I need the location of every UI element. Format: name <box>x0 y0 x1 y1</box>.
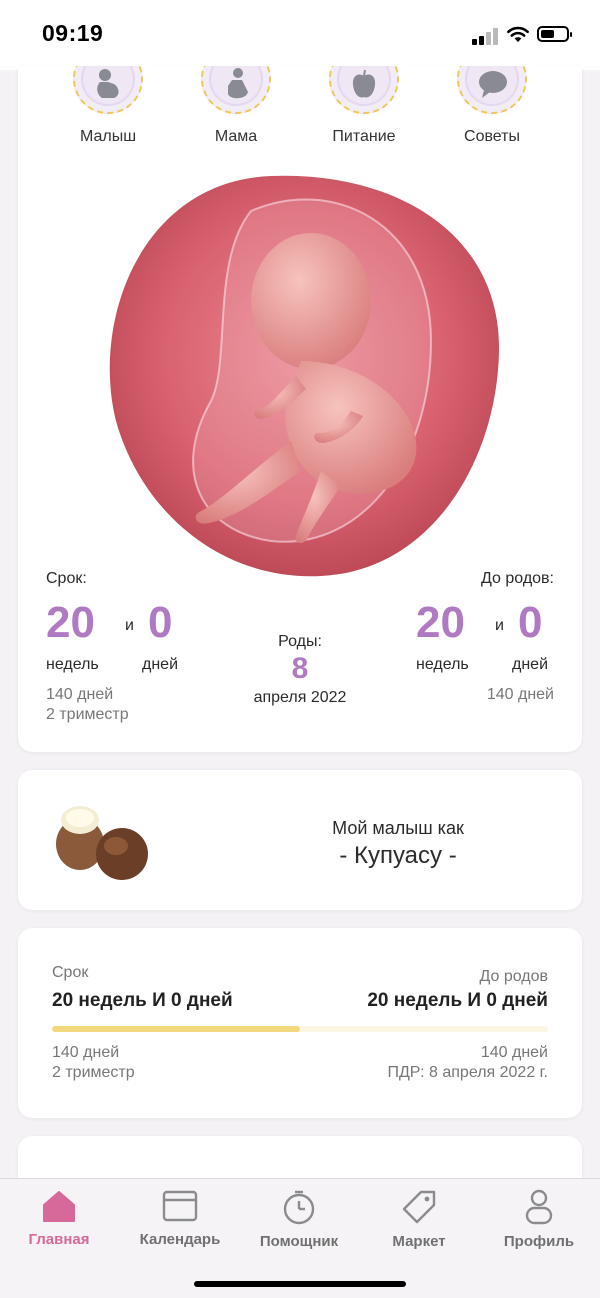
profile-icon <box>525 1189 553 1225</box>
birth-day: 8 <box>291 652 309 685</box>
status-bar: 09:19 <box>0 0 600 70</box>
term-days: 0 <box>148 598 173 647</box>
remaining-weeks-unit: недель <box>416 656 469 673</box>
tab-label: Профиль <box>503 1233 575 1250</box>
remaining-and: и <box>495 617 504 634</box>
battery-icon <box>537 26 572 42</box>
baby-size-card[interactable]: Мой малыш как - Купуасу - <box>18 770 582 910</box>
category-tips[interactable]: Советы <box>442 66 542 146</box>
mother-icon <box>228 68 248 99</box>
trimester: 2 триместр <box>46 706 129 723</box>
remaining-weeks: 20 <box>416 598 465 647</box>
progress-left-days: 140 дней <box>52 1044 120 1061</box>
progress-term-label: Срок <box>52 964 89 981</box>
remaining-days-unit: дней <box>512 656 549 673</box>
category-row: Малыш Мама Питание Советы <box>18 66 582 156</box>
cupuacu-fruit-image <box>56 806 148 880</box>
progress-remaining-label: До родов <box>479 968 548 985</box>
tab-profile[interactable]: Профиль <box>484 1189 594 1250</box>
home-icon <box>43 1191 75 1222</box>
birth-month-year: апреля 2022 <box>253 689 347 706</box>
tab-home[interactable]: Главная <box>4 1189 114 1248</box>
progress-left-trimester: 2 триместр <box>52 1064 135 1081</box>
progress-due-date: ПДР: 8 апреля 2022 г. <box>387 1064 548 1081</box>
stopwatch-icon <box>283 1190 315 1225</box>
remaining-days-total: 140 дней <box>486 686 554 703</box>
baby-icon <box>97 69 119 98</box>
tag-icon <box>402 1190 436 1224</box>
baby-size-title: Мой малыш как <box>332 818 464 838</box>
tab-label: Главная <box>28 1231 90 1248</box>
term-and: и <box>125 617 134 634</box>
tab-market[interactable]: Маркет <box>364 1189 474 1250</box>
remaining-label: До родов: <box>481 570 554 587</box>
speech-bubble-icon <box>479 71 507 98</box>
term-label: Срок: <box>46 570 87 587</box>
category-mother[interactable]: Мама <box>186 66 286 146</box>
category-label: Питание <box>332 128 396 145</box>
term-days-total: 140 дней <box>46 686 114 703</box>
status-time: 09:19 <box>42 20 104 46</box>
progress-remaining-value: 20 недель И 0 дней <box>367 990 548 1011</box>
category-label: Мама <box>214 128 258 145</box>
wifi-icon <box>507 26 529 42</box>
category-label: Советы <box>464 128 520 145</box>
tab-label: Маркет <box>392 1233 446 1250</box>
tab-calendar[interactable]: Календарь <box>125 1189 235 1248</box>
progress-right-days: 140 дней <box>480 1044 548 1061</box>
progress-track <box>52 1026 548 1032</box>
tab-bar: Главная Календарь Помощник Маркет Профил… <box>0 1178 600 1298</box>
progress-card: Срок 20 недель И 0 дней До родов 20 неде… <box>18 928 582 1118</box>
home-indicator <box>194 1281 406 1287</box>
signal-icon <box>472 27 502 45</box>
baby-size-fruit: - Купуасу - <box>339 842 457 869</box>
remaining-days: 0 <box>518 598 543 647</box>
term-weeks: 20 <box>46 598 95 647</box>
term-weeks-unit: недель <box>46 656 99 673</box>
progress-term-value: 20 недель И 0 дней <box>52 990 233 1011</box>
category-nutrition[interactable]: Питание <box>314 66 414 146</box>
category-baby[interactable]: Малыш <box>58 66 158 146</box>
progress-fill <box>52 1026 300 1032</box>
pregnancy-summary-card: Малыш Мама Питание Советы Срок: 20 и 0 н… <box>18 66 582 752</box>
apple-icon <box>352 69 376 98</box>
calendar-icon <box>162 1190 198 1222</box>
tab-label: Помощник <box>259 1233 339 1250</box>
fetus-illustration <box>109 175 500 577</box>
tab-label: Календарь <box>139 1231 221 1248</box>
tab-helper[interactable]: Помощник <box>244 1189 354 1250</box>
birth-label: Роды: <box>278 633 322 650</box>
term-days-unit: дней <box>142 656 179 673</box>
category-label: Малыш <box>79 128 137 145</box>
